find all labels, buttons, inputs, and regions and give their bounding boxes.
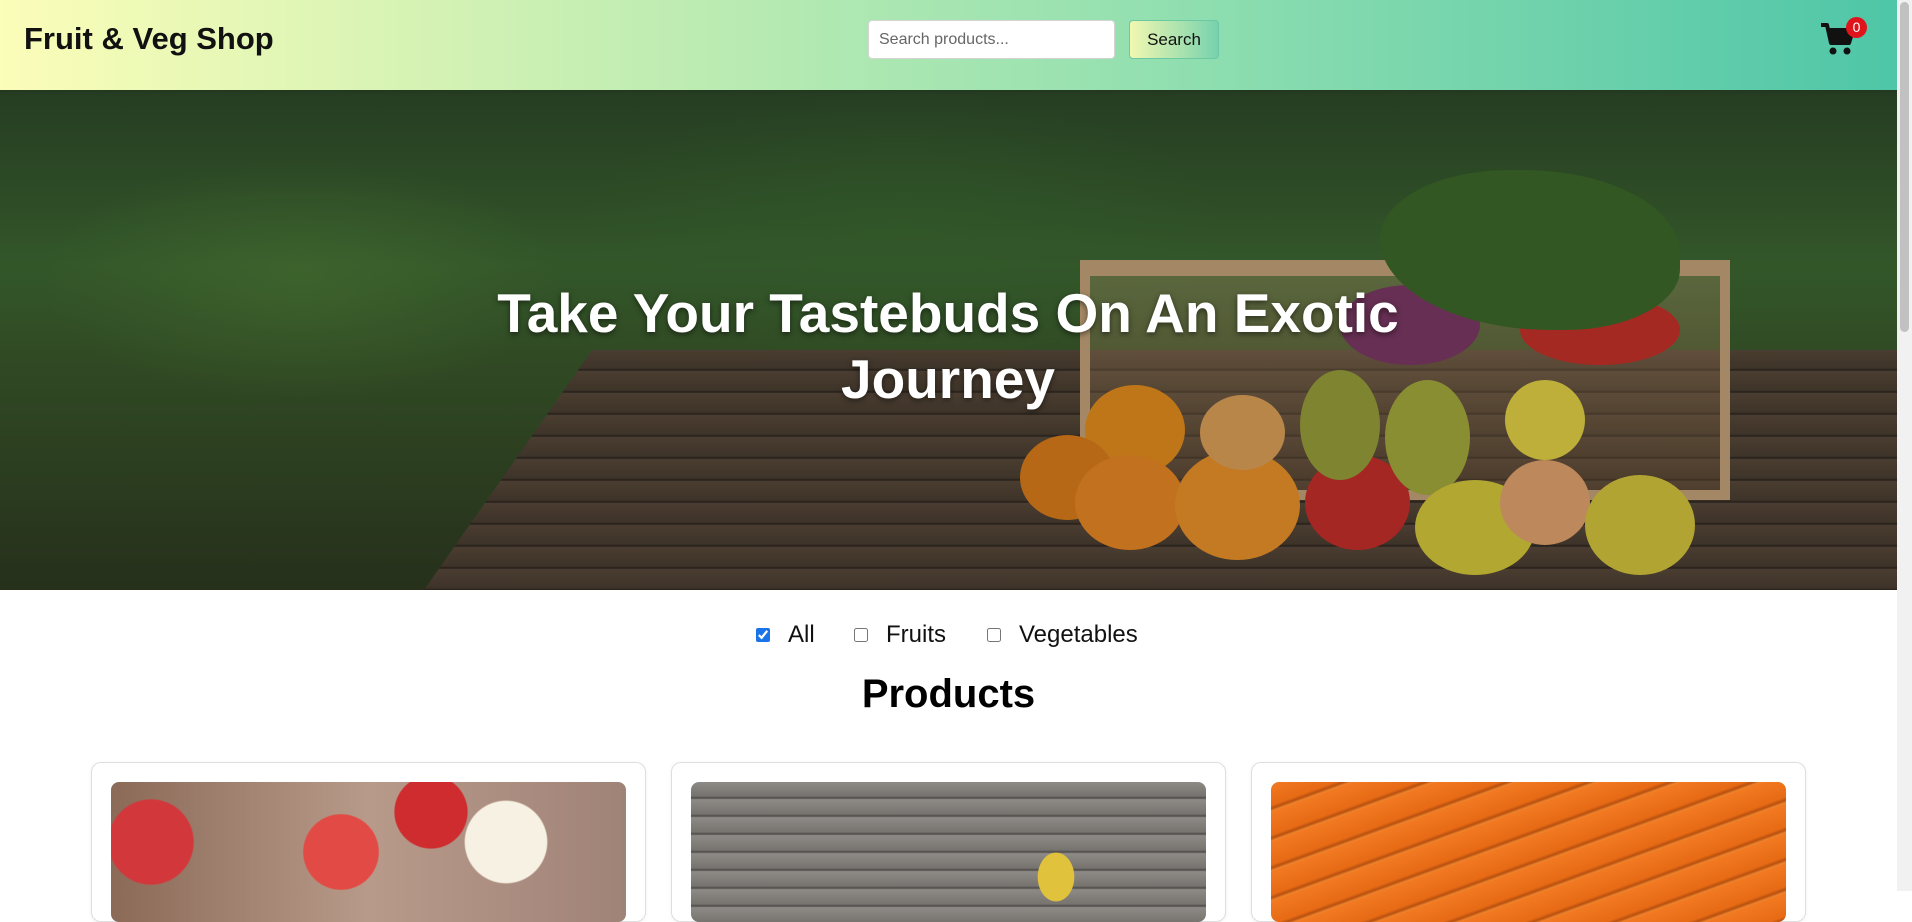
hero-banner: Take Your Tastebuds On An Exotic Journey [0, 90, 1897, 590]
filter-vegetables[interactable]: Vegetables [987, 620, 1138, 650]
hero-title: Take Your Tastebuds On An Exotic Journey [497, 282, 1399, 410]
scrollbar-thumb[interactable] [1900, 2, 1909, 332]
product-image-bananas [691, 782, 1206, 922]
filter-fruits[interactable]: Fruits [854, 620, 946, 650]
cart-button[interactable]: 0 [1820, 17, 1870, 60]
filter-all[interactable]: All [756, 620, 815, 650]
cart-count-badge: 0 [1846, 17, 1867, 38]
top-navbar: Fruit & Veg Shop Search 0 [0, 0, 1897, 90]
search-button[interactable]: Search [1129, 20, 1219, 59]
product-card[interactable] [1251, 762, 1806, 922]
shop-logo[interactable]: Fruit & Veg Shop [24, 21, 274, 57]
category-filters: All Fruits Vegetables [0, 620, 1897, 650]
product-card[interactable] [91, 762, 646, 922]
product-image-carrots [1271, 782, 1786, 922]
page-scrollbar[interactable] [1897, 0, 1912, 891]
filter-fruits-checkbox[interactable] [854, 628, 868, 642]
filter-vegetables-checkbox[interactable] [987, 628, 1001, 642]
filter-fruits-label: Fruits [886, 621, 946, 648]
product-card[interactable] [671, 762, 1226, 922]
product-image-apples [111, 782, 626, 922]
filter-vegetables-label: Vegetables [1019, 621, 1138, 648]
search-input[interactable] [868, 20, 1115, 59]
filter-all-label: All [788, 621, 815, 648]
filter-all-checkbox[interactable] [756, 628, 770, 642]
products-heading: Products [861, 672, 1036, 716]
